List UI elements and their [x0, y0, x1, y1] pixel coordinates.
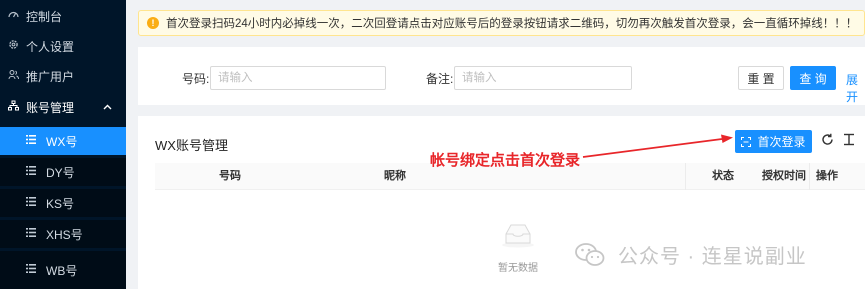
annotation-text: 帐号绑定点击首次登录	[430, 152, 581, 169]
watermark-text: 公众号 · 连星说副业	[618, 246, 807, 268]
watermark: 公众号 · 连星说副业	[574, 240, 807, 269]
wechat-icon	[574, 241, 606, 269]
